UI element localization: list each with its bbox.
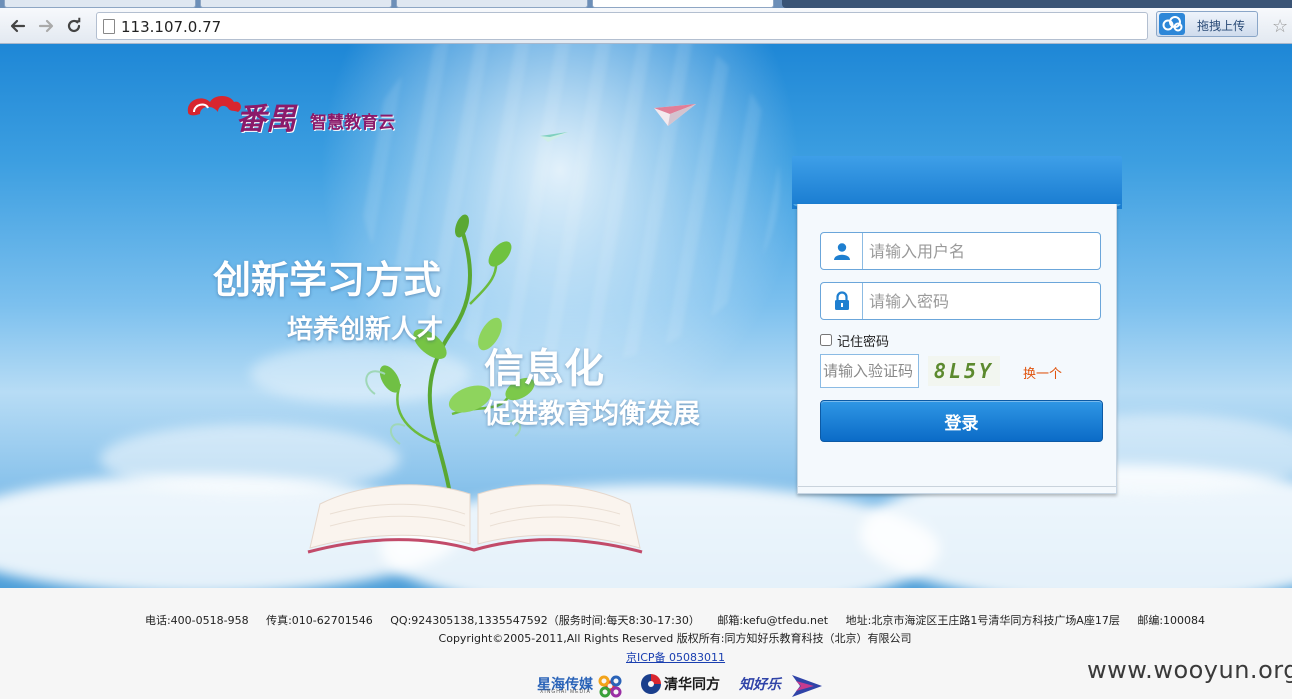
footer-email: 邮箱:kefu@tfedu.net <box>717 614 829 627</box>
captcha-refresh-link[interactable]: 换一个 <box>1023 363 1062 382</box>
footer-fax: 传真:010-62701546 <box>266 614 373 627</box>
remember-password-checkbox[interactable] <box>820 334 832 346</box>
browser-tab-1[interactable] <box>4 0 196 8</box>
browser-tab-3[interactable] <box>396 0 588 8</box>
login-button[interactable]: 登录 <box>820 400 1103 442</box>
login-panel-header <box>792 156 1122 209</box>
remember-password-label: 记住密码 <box>837 334 890 350</box>
pinwheel-logo-icon <box>598 675 622 698</box>
footer-contact-line: 电话:400-0518-958 传真:010-62701546 QQ:92430… <box>0 612 1292 628</box>
back-button[interactable] <box>6 14 30 38</box>
watermark-text: www.wooyun.org <box>1087 656 1292 684</box>
partner-zhihaole-logo[interactable]: 知好乐 <box>739 674 781 694</box>
back-arrow-icon <box>10 19 26 33</box>
reload-icon <box>67 17 81 33</box>
footer-icp-link[interactable]: 京ICP备 05083011 <box>626 649 725 665</box>
cloud-swirl-logo-icon <box>187 96 241 116</box>
address-bar[interactable]: 113.107.0.77 <box>96 12 1148 40</box>
login-form: 记住密码 8L5Y 换一个 登录 <box>797 204 1117 494</box>
slogan-informatization: 信息化 <box>484 346 604 392</box>
slogan-subline: 培养创新人才 <box>287 315 444 345</box>
extension-label: 拖拽上传 <box>1197 19 1246 33</box>
paper-plane-icon <box>654 104 696 126</box>
logo-main-text: 番禺 <box>236 102 296 137</box>
bookmark-star-icon[interactable]: ☆ <box>1272 17 1288 35</box>
browser-tab-active[interactable] <box>592 0 774 8</box>
small-paper-plane-icon <box>540 132 568 142</box>
slogan-education-balance: 促进教育均衡发展 <box>484 399 700 430</box>
page-icon <box>103 19 115 34</box>
reload-button[interactable] <box>62 14 86 38</box>
footer-qq: QQ:924305138,1335547592（服务时间:每天8:30-17:3… <box>390 614 700 627</box>
username-input[interactable] <box>869 240 1093 262</box>
lock-icon <box>821 283 863 319</box>
open-book-illustration <box>307 484 643 554</box>
logo-sub-text: 智慧教育云 <box>310 113 395 133</box>
tsinghua-tongfang-logo-icon <box>641 674 661 694</box>
username-field[interactable] <box>820 232 1101 270</box>
browser-tab-2[interactable] <box>200 0 392 8</box>
tab-strip <box>0 0 1292 8</box>
site-logo[interactable]: 番禺 智慧教育云 <box>184 90 424 137</box>
browser-toolbar: 113.107.0.77 拖拽上传 ☆ <box>0 8 1292 44</box>
forward-arrow-icon <box>38 19 54 33</box>
arrow-logo-icon <box>792 675 822 697</box>
login-panel: 记住密码 8L5Y 换一个 登录 <box>792 156 1122 500</box>
cloud-upload-icon <box>1159 13 1185 35</box>
captcha-image[interactable]: 8L5Y <box>928 356 1000 386</box>
address-url[interactable]: 113.107.0.77 <box>121 18 221 36</box>
password-field[interactable] <box>820 282 1101 320</box>
captcha-input[interactable] <box>820 354 919 388</box>
window-controls-area <box>782 0 1292 8</box>
partner-tongfang-logo[interactable]: 清华同方 <box>664 674 720 694</box>
footer-phone: 电话:400-0518-958 <box>144 614 249 627</box>
drag-upload-extension-button[interactable]: 拖拽上传 <box>1156 11 1258 37</box>
remember-password[interactable]: 记住密码 <box>820 332 890 350</box>
password-input[interactable] <box>869 290 1093 312</box>
footer-copyright: Copyright©2005-2011,All Rights Reserved … <box>438 632 912 645</box>
forward-button[interactable] <box>34 14 58 38</box>
footer-address: 地址:北京市海淀区王庄路1号清华同方科技广场A座17层 <box>845 614 1120 627</box>
partner-xinghai-subtitle: XINGHAI MEDIA <box>540 689 591 695</box>
footer-postcode: 邮编:100084 <box>1137 614 1206 627</box>
page-footer: 电话:400-0518-958 传真:010-62701546 QQ:92430… <box>0 588 1292 699</box>
user-icon <box>821 233 863 269</box>
slogan-headline: 创新学习方式 <box>213 258 442 302</box>
